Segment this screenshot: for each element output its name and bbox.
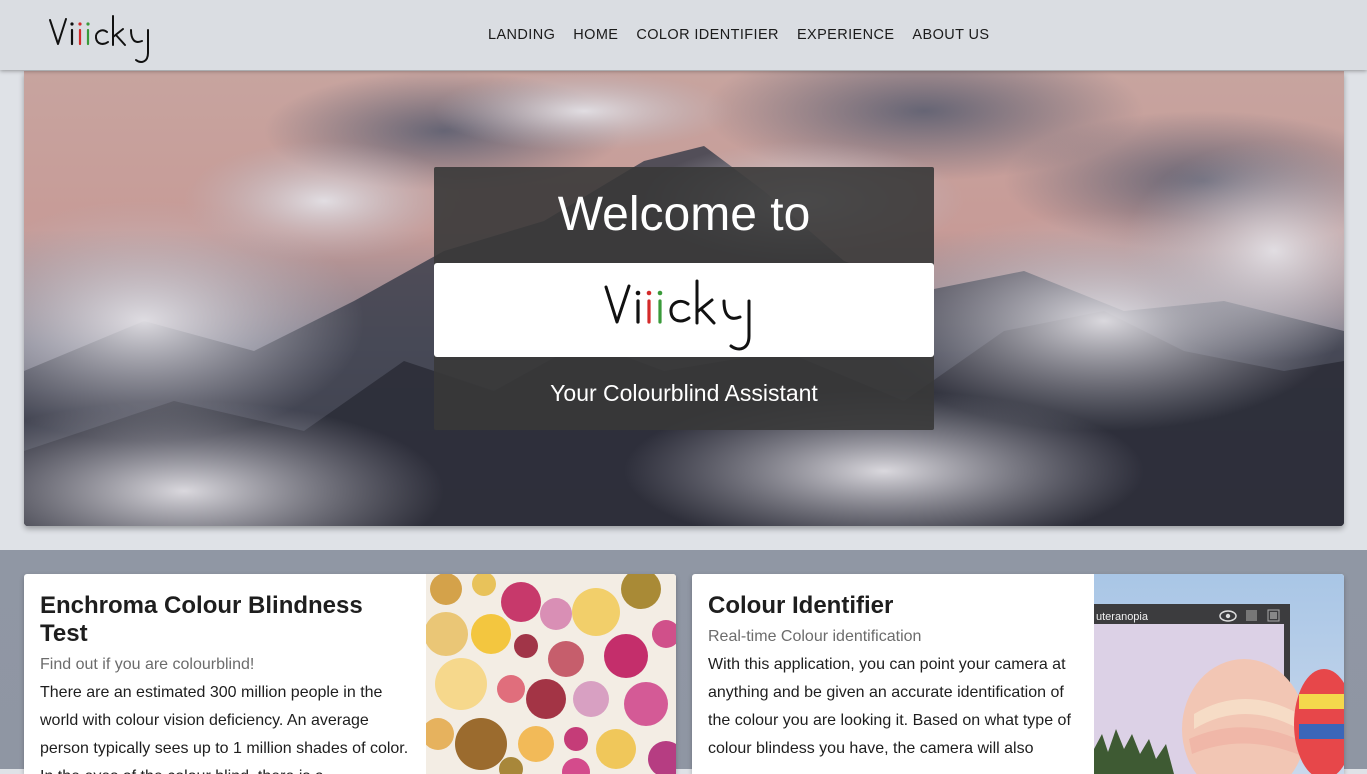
hero-tagline: Your Colourblind Assistant <box>550 380 818 406</box>
top-navbar: LANDING HOME COLOR IDENTIFIER EXPERIENCE… <box>0 0 1367 70</box>
hero-banner: Welcome to Your Colourblind Assistant <box>24 71 1344 526</box>
nav-menu: LANDING HOME COLOR IDENTIFIER EXPERIENCE… <box>488 26 989 44</box>
card-content: Enchroma Colour Blindness Test Find out … <box>40 592 410 774</box>
preview-mode-label: uteranopia <box>1096 611 1149 623</box>
feature-card-colour-test[interactable]: Enchroma Colour Blindness Test Find out … <box>24 574 676 774</box>
nav-about-us[interactable]: ABOUT US <box>912 26 989 44</box>
card-description: With this application, you can point you… <box>708 656 1071 757</box>
welcome-heading: Welcome to <box>557 188 811 241</box>
card-title: Colour Identifier <box>708 592 894 619</box>
nav-home[interactable]: HOME <box>573 26 618 44</box>
nav-landing[interactable]: LANDING <box>488 26 555 44</box>
card-title: Enchroma Colour Blindness Test <box>40 592 363 647</box>
welcome-panel: Welcome to Your Colourblind Assistant <box>434 167 934 430</box>
card-subtitle: Real-time Colour identification <box>708 628 922 645</box>
card-content: Colour Identifier Real-time Colour ident… <box>708 592 1078 763</box>
balloon-preview-icon: uteranopia <box>1094 574 1344 774</box>
nav-experience[interactable]: EXPERIENCE <box>797 26 894 44</box>
card-subtitle: Find out if you are colourblind! <box>40 656 255 673</box>
viiicky-hero-logo-icon <box>604 279 751 351</box>
viiicky-logo-icon <box>49 15 149 63</box>
colour-dots-test-image <box>426 574 676 774</box>
brand-logo[interactable] <box>47 8 159 66</box>
features-section: Enchroma Colour Blindness Test Find out … <box>0 550 1367 774</box>
hero-logo-card <box>434 263 934 357</box>
balloon-camera-preview-image: uteranopia <box>1094 574 1344 774</box>
feature-card-colour-identifier[interactable]: Colour Identifier Real-time Colour ident… <box>692 574 1344 774</box>
nav-color-identifier[interactable]: COLOR IDENTIFIER <box>636 26 779 44</box>
card-description: There are an estimated 300 million peopl… <box>40 684 409 774</box>
ishihara-dots-icon <box>426 574 676 774</box>
